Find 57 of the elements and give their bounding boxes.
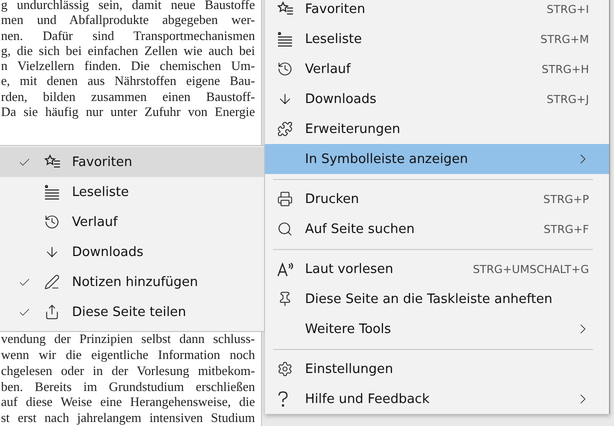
submenu-item[interactable]: Diese Seite teilen bbox=[0, 297, 264, 327]
submenu-item[interactable]: Leseliste bbox=[0, 177, 264, 207]
document-text-line: Da sie häufig nur unter Zufuhr von Energie bbox=[0, 104, 255, 120]
history-icon bbox=[277, 61, 293, 77]
shortcut-text: STRG+P bbox=[543, 192, 589, 206]
share-icon bbox=[44, 304, 60, 320]
menu-item[interactable]: Auf Seite suchen STRG+F bbox=[265, 214, 609, 244]
document-text-line: chgelesen oder in der Vorlesung mitbekom- bbox=[0, 362, 255, 379]
menu-item[interactable]: Hilfe und Feedback bbox=[265, 384, 609, 414]
menu-item[interactable]: Downloads STRG+J bbox=[265, 84, 609, 114]
reading-list-icon bbox=[44, 184, 60, 200]
star-list-icon bbox=[44, 154, 61, 170]
submenu-item[interactable]: Verlauf bbox=[0, 207, 264, 237]
submenu-item[interactable]: Downloads bbox=[0, 237, 264, 267]
document-text-line: nen. Dafür sind Transportmechanismen bbox=[0, 28, 255, 43]
menu-item[interactable]: Verlauf STRG+H bbox=[265, 54, 609, 84]
shortcut-text: STRG+J bbox=[546, 92, 589, 106]
menu-item[interactable]: In Symbolleiste anzeigen bbox=[265, 144, 609, 174]
download-icon bbox=[44, 244, 60, 260]
pin-icon bbox=[277, 291, 293, 307]
document-text-line: n Vielzellern finden. Die chemischen Um- bbox=[0, 58, 255, 74]
menu-item[interactable]: Erweiterungen bbox=[265, 114, 609, 144]
document-text-line: auf diese Weise eine Herangehensweise, die bbox=[0, 394, 255, 410]
help-icon bbox=[277, 391, 289, 407]
shortcut-text: STRG+M bbox=[540, 32, 589, 46]
search-icon bbox=[277, 221, 293, 237]
submenu-item[interactable]: Favoriten bbox=[0, 147, 264, 177]
download-icon bbox=[277, 91, 293, 107]
history-icon bbox=[44, 214, 60, 230]
document-text-line: wenn wir die eigentliche Information noch bbox=[0, 347, 255, 363]
document-text-line: g undurchlässig sein, damit neue Baustoffe bbox=[0, 0, 255, 12]
read-aloud-icon bbox=[277, 262, 294, 276]
star-list-icon bbox=[277, 1, 294, 17]
submenu-item[interactable]: Notizen hinzufügen bbox=[0, 267, 264, 297]
document-text-line: vendung der Prinzipien selbst dann schluss- bbox=[0, 331, 255, 348]
document-text-line: g, die sich bei einfachen Zellen wie auch bei bbox=[0, 42, 255, 58]
shortcut-text: STRG+I bbox=[546, 2, 589, 16]
pen-icon bbox=[44, 274, 60, 290]
document-text-line: ben. Bereits im Grundstudium erschließen bbox=[0, 378, 255, 394]
document-text-line: rden, bilden zusammen einen Baustoff- bbox=[0, 88, 255, 104]
document-text-line: e, mit denen aus Nährstoffen eigene Bau- bbox=[0, 73, 255, 89]
shortcut-text: STRG+F bbox=[544, 222, 589, 236]
menu-item[interactable]: Einstellungen bbox=[265, 354, 609, 384]
menu-item[interactable]: Weitere Tools bbox=[265, 314, 609, 344]
settings-icon bbox=[277, 361, 293, 377]
menu-item[interactable]: Drucken STRG+P bbox=[265, 184, 609, 214]
menu-item[interactable]: Favoriten STRG+I bbox=[265, 0, 609, 24]
printer-icon bbox=[277, 191, 293, 207]
menu-item[interactable]: Diese Seite an die Taskleiste anheften bbox=[265, 284, 609, 314]
reading-list-icon bbox=[277, 32, 293, 46]
menu-item[interactable]: Laut vorlesen STRG+UMSCHALT+G bbox=[265, 254, 609, 284]
document-text-line: men und Abfallprodukte abgegeben wer- bbox=[0, 12, 255, 28]
shortcut-text: STRG+UMSCHALT+G bbox=[472, 262, 589, 276]
shortcut-text: STRG+H bbox=[542, 62, 589, 76]
puzzle-icon bbox=[277, 121, 293, 137]
document-text-line: st erst nach jahrelangem intensiven Studium bbox=[0, 410, 255, 426]
menu-item[interactable]: Leseliste STRG+M bbox=[265, 24, 609, 54]
